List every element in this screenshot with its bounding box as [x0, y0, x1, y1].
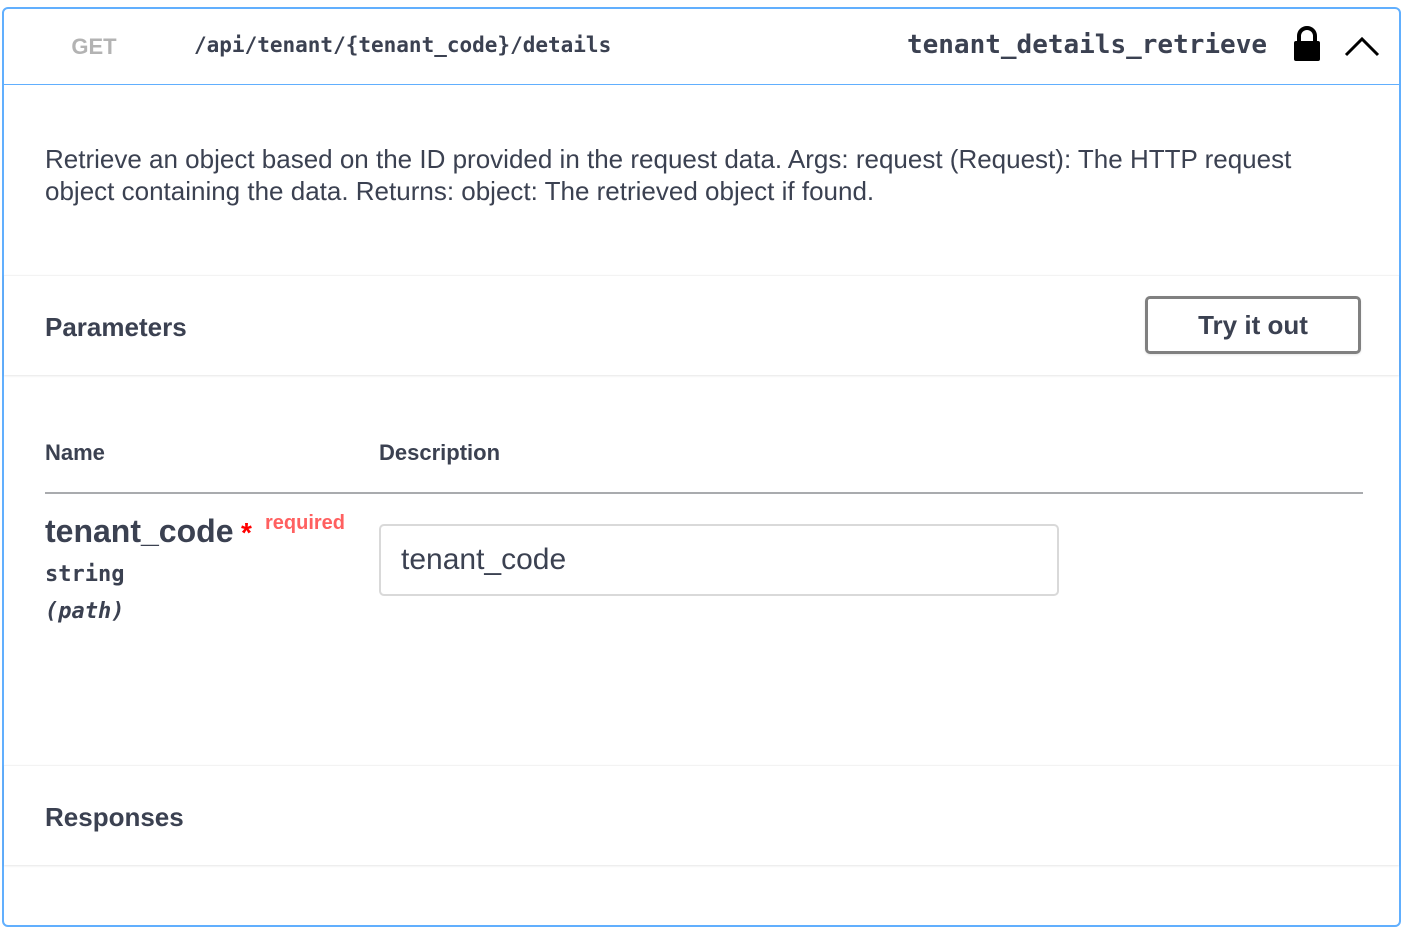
- parameter-type: string: [45, 562, 125, 587]
- endpoint-path: /api/tenant/{tenant_code}/details: [194, 33, 612, 57]
- responses-title: Responses: [45, 802, 184, 832]
- responses-header: Responses: [4, 765, 1399, 865]
- operation-id: tenant_details_retrieve: [906, 30, 1267, 60]
- required-star: *: [241, 517, 252, 548]
- required-label: required: [265, 512, 346, 534]
- http-method-badge: GET: [71, 34, 117, 59]
- operation-summary[interactable]: GET /api/tenant/{tenant_code}/details te…: [4, 9, 1399, 85]
- parameter-name: tenant_code: [45, 513, 234, 549]
- parameters-header: Parameters Try it out: [4, 275, 1399, 375]
- column-header-name: Name: [45, 440, 105, 465]
- chevron-up-icon[interactable]: [1342, 31, 1382, 59]
- column-header-description: Description: [379, 440, 501, 465]
- operation-block: GET /api/tenant/{tenant_code}/details te…: [2, 7, 1401, 927]
- lock-icon[interactable]: [1292, 25, 1322, 63]
- operation-description: Retrieve an object based on the ID provi…: [45, 144, 1292, 206]
- tenant-code-input[interactable]: [379, 524, 1059, 596]
- try-it-out-button[interactable]: Try it out: [1145, 296, 1361, 354]
- table-divider: [45, 492, 1363, 494]
- parameters-title: Parameters: [45, 312, 187, 342]
- parameter-location: (path): [45, 599, 125, 624]
